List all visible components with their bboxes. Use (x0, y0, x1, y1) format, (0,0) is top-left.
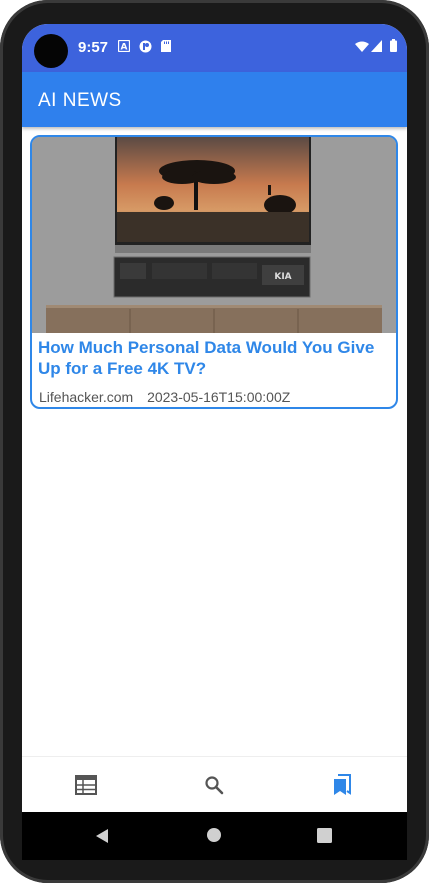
nav-news-feed[interactable] (72, 771, 100, 799)
app-bar: AI NEWS (22, 72, 407, 127)
search-icon (205, 776, 224, 795)
battery-icon (390, 39, 397, 52)
system-navigation-bar (22, 812, 407, 860)
bookmarks-icon (334, 774, 351, 795)
signal-icon (371, 40, 382, 52)
article-date: 2023-05-16T15:00:00Z (147, 389, 291, 405)
status-time: 9:57 (78, 39, 109, 56)
tv-brand-logo: KIA (274, 272, 291, 282)
status-bar: 9:57 A (22, 24, 407, 72)
svg-text:A: A (121, 43, 128, 53)
front-camera (34, 34, 68, 68)
back-icon[interactable] (94, 828, 110, 844)
media-notification-icon (139, 40, 152, 53)
article-image: KIA (32, 137, 396, 333)
home-icon[interactable] (206, 827, 222, 843)
wifi-icon (355, 41, 369, 52)
article-meta: Lifehacker.com 2023-05-16T15:00:00Z (39, 389, 290, 405)
app-title: AI NEWS (38, 90, 122, 111)
nav-bookmarks[interactable] (328, 771, 356, 799)
bottom-navigation (22, 756, 407, 812)
article-source: Lifehacker.com (39, 389, 134, 405)
news-feed-icon (75, 775, 97, 795)
sd-card-icon (161, 40, 171, 52)
a-notification-icon: A (118, 40, 130, 52)
article-card[interactable]: KIA How Much Personal Data Would You Giv… (30, 135, 398, 409)
app-screen: 9:57 A AI NEWS KIA How Much Personal Dat… (22, 24, 407, 812)
article-headline[interactable]: How Much Personal Data Would You Give Up… (38, 337, 396, 379)
nav-search[interactable] (200, 771, 228, 799)
recents-icon[interactable] (317, 828, 332, 843)
